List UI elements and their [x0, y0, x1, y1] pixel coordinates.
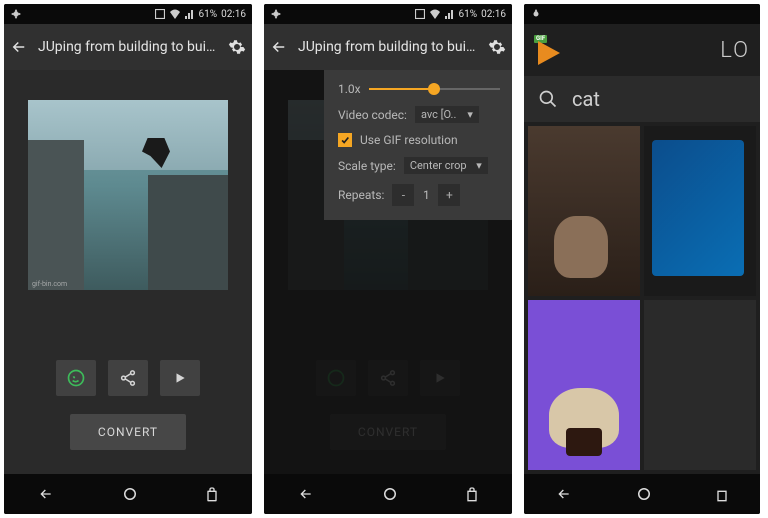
app-bar: JUping from building to buil… — [264, 24, 512, 70]
speed-value: 1.0x — [338, 82, 361, 96]
os-logo-icon — [10, 8, 22, 20]
share-button[interactable] — [108, 360, 148, 396]
battery-pct: 61% — [459, 9, 478, 20]
scale-label: Scale type: — [338, 159, 396, 173]
nav-recents-icon[interactable] — [464, 486, 480, 502]
speed-slider[interactable] — [369, 88, 500, 90]
nav-home-icon[interactable] — [121, 485, 139, 503]
signal-icon — [185, 9, 195, 19]
os-logo-icon — [530, 8, 542, 20]
search-bar[interactable]: cat — [524, 76, 760, 122]
content-area: gif-bin.com CONVERT — [4, 70, 252, 474]
clock: 02:16 — [481, 9, 506, 20]
wifi-icon — [169, 9, 181, 19]
play-button[interactable] — [160, 360, 200, 396]
codec-dropdown[interactable]: avc [O.. ▾ — [415, 106, 479, 123]
speed-row: 1.0x — [338, 82, 500, 96]
chevron-down-icon: ▾ — [476, 159, 482, 172]
battery-pct: 61% — [199, 9, 218, 20]
gif-watermark: gif-bin.com — [32, 280, 67, 288]
phone-screen-3: GIF LO cat — [524, 4, 760, 514]
repeats-row: Repeats: - 1 + — [338, 184, 500, 206]
result-thumb[interactable] — [528, 126, 640, 296]
scale-row: Scale type: Center crop ▾ — [338, 157, 500, 174]
square-icon — [155, 9, 165, 19]
whatsapp-button[interactable] — [56, 360, 96, 396]
codec-value: avc [O.. — [421, 108, 456, 121]
brand-title: LO — [720, 38, 750, 63]
gif-preview[interactable]: gif-bin.com — [28, 100, 228, 290]
gif-res-label: Use GIF resolution — [360, 133, 458, 147]
status-bar — [524, 4, 760, 24]
back-icon[interactable] — [10, 38, 28, 56]
signal-icon — [445, 9, 455, 19]
result-thumb[interactable] — [644, 126, 756, 296]
page-title: JUping from building to buil… — [38, 39, 218, 55]
search-input[interactable]: cat — [572, 87, 600, 111]
action-row — [56, 360, 200, 396]
clock: 02:16 — [221, 9, 246, 20]
gif-res-row[interactable]: Use GIF resolution — [338, 133, 500, 147]
action-row — [316, 360, 460, 396]
nav-recents-icon[interactable] — [714, 486, 730, 502]
nav-home-icon[interactable] — [635, 485, 653, 503]
repeats-plus-button[interactable]: + — [438, 184, 460, 206]
square-icon — [415, 9, 425, 19]
phone-screen-1: 61% 02:16 JUping from building to buil… … — [4, 4, 252, 514]
nav-bar — [264, 474, 512, 514]
repeats-label: Repeats: — [338, 188, 384, 202]
codec-label: Video codec: — [338, 108, 407, 122]
codec-row: Video codec: avc [O.. ▾ — [338, 106, 500, 123]
gear-icon[interactable] — [488, 38, 506, 56]
repeats-minus-button[interactable]: - — [392, 184, 414, 206]
back-icon[interactable] — [270, 38, 288, 56]
page-title: JUping from building to buil… — [298, 39, 478, 55]
repeats-stepper: - 1 + — [392, 184, 460, 206]
settings-panel: 1.0x Video codec: avc [O.. ▾ Use GIF res… — [324, 70, 512, 220]
brand-bar: GIF LO — [524, 24, 760, 76]
play-icon — [538, 41, 560, 65]
convert-button[interactable]: CONVERT — [70, 414, 186, 450]
result-thumb[interactable] — [528, 300, 640, 470]
convert-button: CONVERT — [330, 414, 446, 450]
nav-home-icon[interactable] — [381, 485, 399, 503]
nav-bar — [524, 474, 760, 514]
search-icon[interactable] — [538, 89, 558, 109]
nav-back-icon[interactable] — [36, 486, 56, 502]
status-bar: 61% 02:16 — [4, 4, 252, 24]
gear-icon[interactable] — [228, 38, 246, 56]
wifi-icon — [429, 9, 441, 19]
play-button — [420, 360, 460, 396]
nav-back-icon[interactable] — [554, 486, 574, 502]
nav-recents-icon[interactable] — [204, 486, 220, 502]
nav-bar — [4, 474, 252, 514]
os-logo-icon — [270, 8, 282, 20]
gif-res-checkbox[interactable] — [338, 133, 352, 147]
result-thumb[interactable] — [644, 300, 756, 470]
repeats-value: 1 — [414, 188, 438, 202]
app-logo-icon: GIF — [534, 35, 564, 65]
chevron-down-icon: ▾ — [467, 108, 473, 121]
phone-screen-2: 61% 02:16 JUping from building to buil… … — [264, 4, 512, 514]
whatsapp-button — [316, 360, 356, 396]
nav-back-icon[interactable] — [296, 486, 316, 502]
results-grid — [524, 122, 760, 474]
scale-dropdown[interactable]: Center crop ▾ — [404, 157, 488, 174]
slider-thumb-icon[interactable] — [428, 83, 440, 95]
scale-value: Center crop — [410, 159, 467, 172]
app-bar: JUping from building to buil… — [4, 24, 252, 70]
share-button — [368, 360, 408, 396]
status-bar: 61% 02:16 — [264, 4, 512, 24]
